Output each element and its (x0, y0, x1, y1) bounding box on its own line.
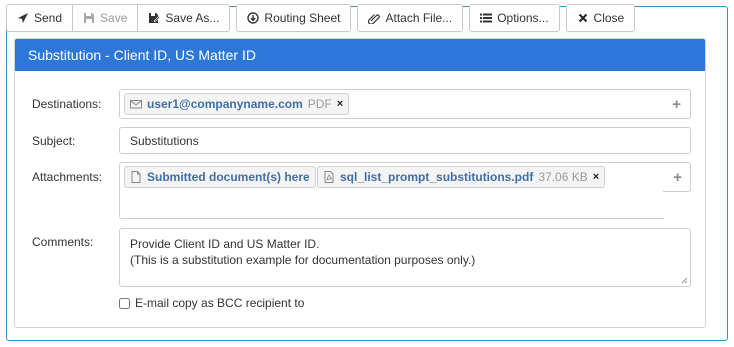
comments-line: Provide Client ID and US Matter ID. (130, 237, 320, 251)
comments-textarea[interactable]: Provide Client ID and US Matter ID. (Thi… (119, 228, 691, 287)
routing-sheet-button[interactable]: Routing Sheet (236, 4, 352, 32)
comments-line: (This is a substitution example for docu… (130, 253, 476, 267)
destination-tag: user1@companyname.com PDF × (124, 93, 350, 115)
save-icon (84, 13, 95, 23)
remove-attachment-button[interactable]: × (593, 171, 599, 183)
add-attachment-button[interactable]: + (673, 169, 682, 186)
download-circle-icon (247, 12, 260, 24)
send-icon (18, 13, 28, 23)
add-destination-button[interactable]: + (672, 96, 681, 113)
destinations-field[interactable]: user1@companyname.com PDF × + (119, 89, 691, 119)
destination-format: PDF (307, 97, 332, 111)
attachment-tag-pdf: sql_list_prompt_substitutions.pdf 37.06 … (317, 166, 606, 188)
attachment-name[interactable]: Submitted document(s) here (147, 170, 310, 184)
bcc-checkbox-row[interactable]: E-mail copy as BCC recipient to (119, 296, 304, 310)
close-icon (578, 13, 587, 23)
substitution-panel: Substitution - Client ID, US Matter ID D… (14, 38, 706, 328)
attachments-add-area: + (663, 162, 691, 192)
close-button[interactable]: Close (565, 4, 636, 32)
subject-label: Subject: (32, 134, 76, 148)
comments-label: Comments: (32, 235, 94, 249)
toolbar: Send Save Save As... Routing Sheet Attac… (6, 4, 636, 32)
paperclip-icon (368, 14, 381, 24)
close-label: Close (593, 11, 625, 25)
attach-file-button[interactable]: Attach File... (357, 4, 464, 32)
file-icon (131, 171, 141, 183)
list-icon (480, 13, 493, 23)
subject-value: Substitutions (130, 134, 199, 148)
bcc-label: E-mail copy as BCC recipient to (135, 296, 305, 310)
destination-email[interactable]: user1@companyname.com (147, 97, 303, 111)
attachment-tag-placeholder: Submitted document(s) here (124, 166, 316, 188)
save-as-icon (149, 13, 161, 23)
panel-title: Substitution - Client ID, US Matter ID (15, 39, 705, 71)
options-label: Options... (497, 11, 549, 25)
attachment-size: 37.06 KB (538, 170, 588, 184)
pdf-file-icon (324, 171, 334, 183)
save-label: Save (100, 11, 128, 25)
attachment-name[interactable]: sql_list_prompt_substitutions.pdf (340, 170, 533, 184)
attach-file-label: Attach File... (385, 11, 453, 25)
send-button[interactable]: Send (6, 4, 74, 32)
save-as-button[interactable]: Save As... (138, 4, 231, 32)
attachments-field[interactable]: Submitted document(s) here sql_list_prom… (119, 162, 664, 219)
save-as-label: Save As... (165, 11, 220, 25)
save-button[interactable]: Save (73, 4, 139, 32)
destinations-label: Destinations: (32, 97, 102, 111)
resize-grip-icon[interactable] (681, 277, 688, 284)
attachments-label: Attachments: (32, 170, 103, 184)
envelope-icon (130, 100, 142, 109)
options-button[interactable]: Options... (469, 4, 560, 32)
send-label: Send (34, 11, 63, 25)
bcc-checkbox[interactable] (119, 297, 130, 309)
remove-destination-button[interactable]: × (337, 98, 343, 110)
routing-sheet-label: Routing Sheet (264, 11, 341, 25)
subject-input[interactable]: Substitutions (119, 127, 691, 154)
comments-text: Provide Client ID and US Matter ID. (Thi… (130, 236, 475, 268)
